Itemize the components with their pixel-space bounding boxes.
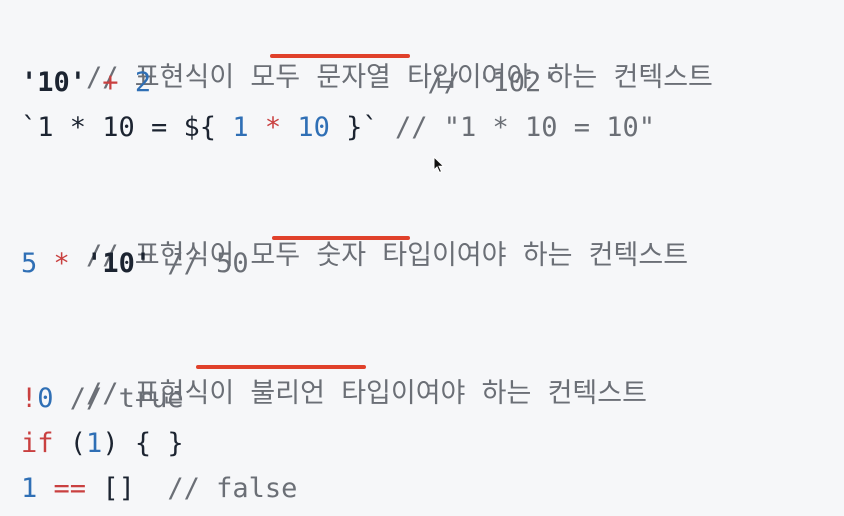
template-literal-open: `1 * 10 = ${: [21, 112, 233, 143]
comment-result: // 50: [167, 248, 249, 279]
number-literal: 0: [37, 383, 54, 414]
string-literal: '10': [86, 248, 152, 279]
block-braces: { }: [118, 428, 184, 459]
code-line-1: // 표현식이 모두 문자열 타입이여야 하는 컨텍스트: [21, 18, 713, 93]
string-literal: '10': [21, 67, 87, 98]
code-line-2: '10' + 2 // '102': [21, 63, 557, 103]
plus-operator: +: [102, 67, 119, 98]
multiply-operator: *: [264, 112, 282, 143]
code-line-9: !0 // true: [21, 379, 184, 419]
number-literal: 2: [134, 67, 152, 98]
comment-result: // false: [167, 473, 298, 504]
number-literal: 10: [297, 112, 330, 143]
highlight-underline-boolean-type: [196, 365, 366, 369]
empty-array: []: [102, 473, 135, 504]
not-operator: !: [21, 383, 38, 414]
highlight-underline-number-type: [272, 236, 410, 240]
multiply-operator: *: [53, 248, 70, 279]
equality-operator: ==: [53, 473, 87, 504]
if-keyword: if: [21, 428, 54, 459]
comment-result: // '102': [427, 67, 558, 98]
number-literal: 1: [21, 473, 38, 504]
code-line-11: 1 == [] // false: [21, 469, 297, 509]
comment-result: // "1 * 10 = 10": [394, 112, 656, 143]
number-literal: 1: [232, 112, 249, 143]
highlight-underline-string-type: [270, 54, 410, 58]
code-line-3: `1 * 10 = ${ 1 * 10 }` // "1 * 10 = 10": [21, 108, 655, 148]
number-literal: 1: [86, 428, 103, 459]
template-literal-close: }`: [329, 112, 379, 143]
number-literal: 5: [21, 248, 38, 279]
code-view: // 표현식이 모두 문자열 타입이여야 하는 컨텍스트 '10' + 2 //…: [0, 0, 844, 516]
code-line-6: 5 * '10' // 50: [21, 244, 249, 284]
paren-close: ): [102, 428, 119, 459]
mouse-pointer-icon: [433, 156, 445, 174]
paren-open: (: [69, 428, 87, 459]
code-line-5: // 표현식이 모두 숫자 타입이여야 하는 컨텍스트: [21, 196, 688, 271]
code-line-10: if (1) { }: [21, 424, 184, 464]
comment-result: // true: [69, 383, 184, 414]
